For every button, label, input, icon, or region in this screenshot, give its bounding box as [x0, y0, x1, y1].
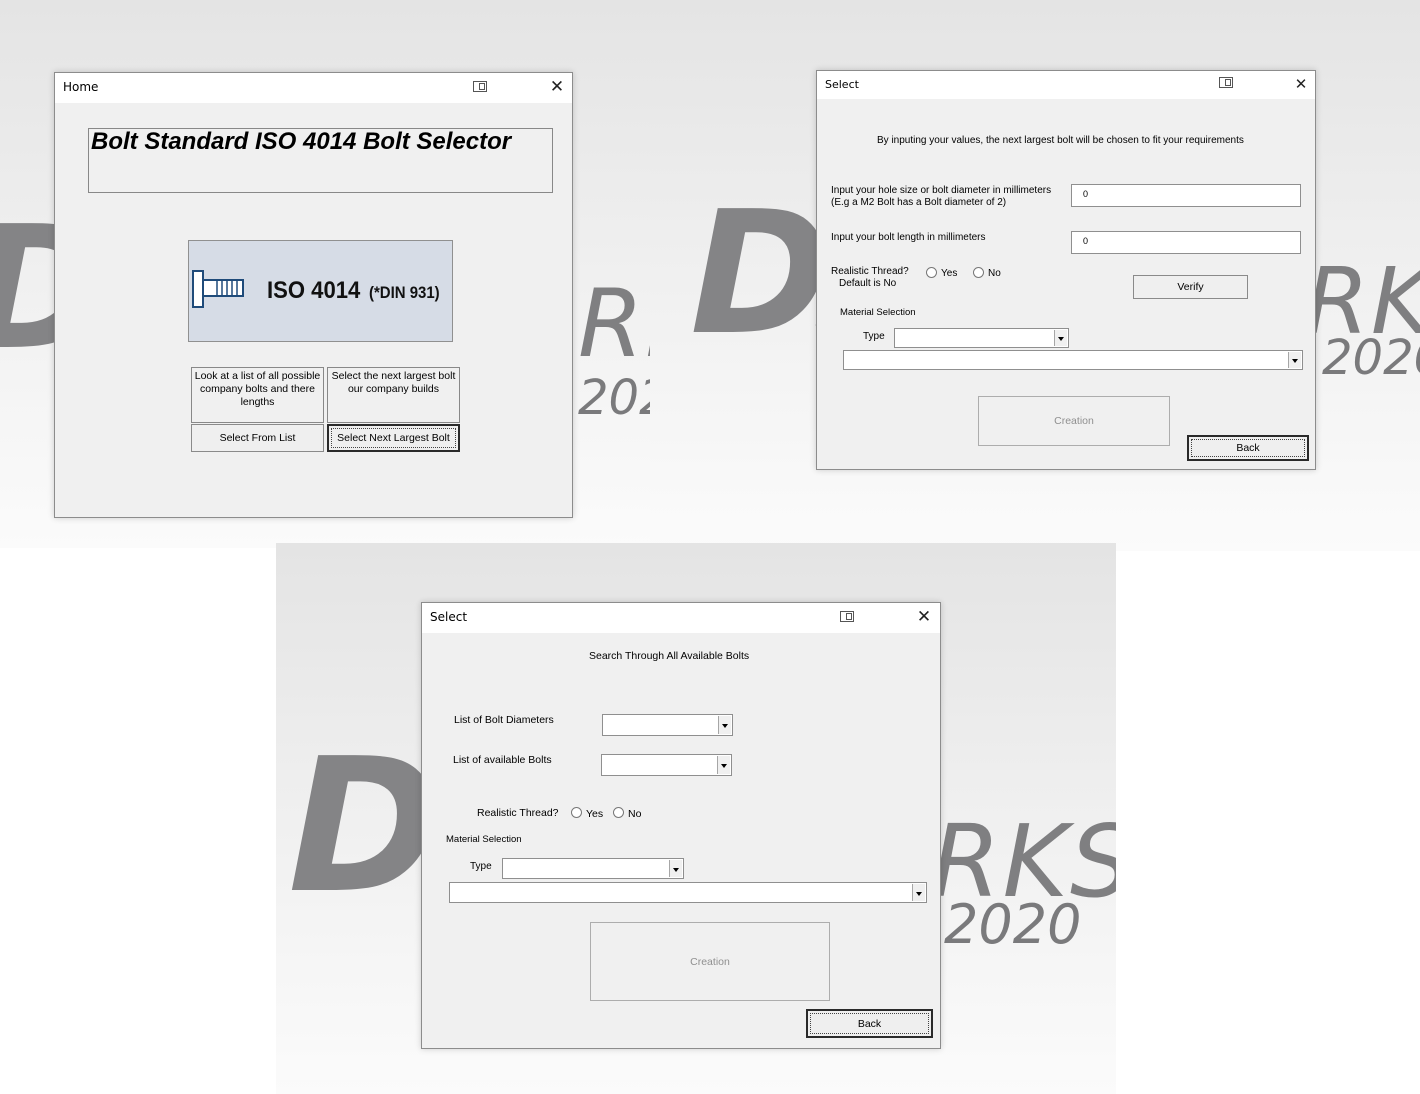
hole-size-label: Input your hole size or bolt diameter in…	[831, 185, 1052, 196]
restore-icon[interactable]	[473, 81, 487, 92]
thread-yes-label: Yes	[941, 268, 958, 279]
window-title: Select	[825, 78, 859, 91]
available-bolts-dropdown[interactable]	[601, 754, 732, 776]
bolt-image: ISO 4014 (*DIN 931)	[188, 240, 453, 342]
chevron-down-icon[interactable]	[1054, 330, 1067, 346]
bolt-diameters-dropdown[interactable]	[602, 714, 733, 736]
window-title: Select	[430, 610, 468, 624]
back-button[interactable]: Back	[1187, 435, 1309, 461]
material-dropdown[interactable]	[449, 882, 927, 903]
page-title: Bolt Standard ISO 4014 Bolt Selector	[91, 128, 512, 155]
hole-size-example: (E.g a M2 Bolt has a Bolt diameter of 2)	[831, 197, 1007, 208]
select-list-window: Select ✕ Search Through All Available Bo…	[421, 602, 941, 1049]
creation-button[interactable]: Creation	[590, 922, 830, 1001]
chevron-down-icon[interactable]	[718, 716, 731, 734]
title-bar: Select ✕	[422, 603, 940, 633]
material-label: Material Selection	[840, 307, 916, 318]
type-label: Type	[863, 331, 885, 342]
title-bar: Home ✕	[55, 73, 572, 103]
standard-text: ISO 4014	[267, 277, 361, 304]
creation-button[interactable]: Creation	[978, 396, 1170, 446]
type-dropdown[interactable]	[502, 858, 684, 879]
thread-label: Realistic Thread?	[477, 807, 559, 819]
thread-yes-label: Yes	[586, 808, 604, 820]
brand-year: 2020	[944, 893, 1082, 956]
chevron-down-icon[interactable]	[717, 756, 730, 774]
material-label: Material Selection	[446, 834, 522, 845]
brand-year: 2020	[1322, 330, 1420, 386]
close-icon[interactable]: ✕	[547, 77, 567, 97]
select-from-list-button[interactable]: Select From List	[191, 424, 324, 452]
window-title: Home	[63, 80, 99, 94]
thread-label: Realistic Thread?	[831, 266, 909, 277]
home-window: Home ✕ Bolt Standard ISO 4014 Bolt Selec…	[54, 72, 573, 518]
intro-text: Search Through All Available Bolts	[589, 650, 750, 662]
restore-icon[interactable]	[840, 611, 854, 622]
list-description: Look at a list of all possible company b…	[191, 367, 324, 423]
bolt-length-label: Input your bolt length in millimeters	[831, 232, 986, 243]
chevron-down-icon[interactable]	[669, 860, 682, 877]
next-description: Select the next largest bolt our company…	[327, 367, 460, 423]
list-description-text: Look at a list of all possible company b…	[194, 370, 321, 408]
thread-no-label: No	[628, 808, 642, 820]
next-description-text: Select the next largest bolt our company…	[331, 370, 456, 395]
type-dropdown[interactable]	[894, 328, 1069, 348]
material-dropdown[interactable]	[843, 350, 1303, 370]
available-bolts-label: List of available Bolts	[453, 754, 552, 766]
thread-no-label: No	[988, 268, 1001, 279]
bolt-diameters-label: List of Bolt Diameters	[454, 714, 554, 726]
bolt-length-input[interactable]: 0	[1071, 231, 1301, 254]
chevron-down-icon[interactable]	[912, 884, 925, 901]
thread-yes-radio[interactable]	[571, 807, 582, 818]
chevron-down-icon[interactable]	[1288, 352, 1301, 368]
din-text: (*DIN 931)	[369, 283, 440, 302]
thread-yes-radio[interactable]	[926, 267, 937, 278]
brand-year: 202	[578, 370, 650, 426]
select-next-window: Select ✕ By inputing your values, the ne…	[816, 70, 1316, 470]
thread-no-radio[interactable]	[973, 267, 984, 278]
brand-word: RK	[578, 270, 650, 379]
thread-default-label: Default is No	[839, 278, 897, 289]
type-label: Type	[470, 861, 492, 872]
close-icon[interactable]: ✕	[1291, 74, 1311, 94]
select-next-largest-button[interactable]: Select Next Largest Bolt	[327, 424, 460, 452]
background-panel-next: DS RKS 2020 Select ✕ By inputing your va…	[650, 0, 1420, 551]
title-bar: Select ✕	[817, 71, 1315, 99]
close-icon[interactable]: ✕	[914, 607, 934, 627]
intro-text: By inputing your values, the next larges…	[877, 135, 1244, 146]
restore-icon[interactable]	[1219, 77, 1233, 88]
background-panel-home: DS RK 202 Home ✕ Bolt Standard ISO 4014 …	[0, 0, 650, 548]
thread-no-radio[interactable]	[613, 807, 624, 818]
bolt-icon	[192, 270, 244, 308]
hole-size-input[interactable]: 0	[1071, 184, 1301, 207]
verify-button[interactable]: Verify	[1133, 275, 1248, 299]
background-panel-list: DS RKS 2020 Select ✕ Search Through All …	[276, 543, 1116, 1094]
back-button[interactable]: Back	[806, 1009, 933, 1038]
